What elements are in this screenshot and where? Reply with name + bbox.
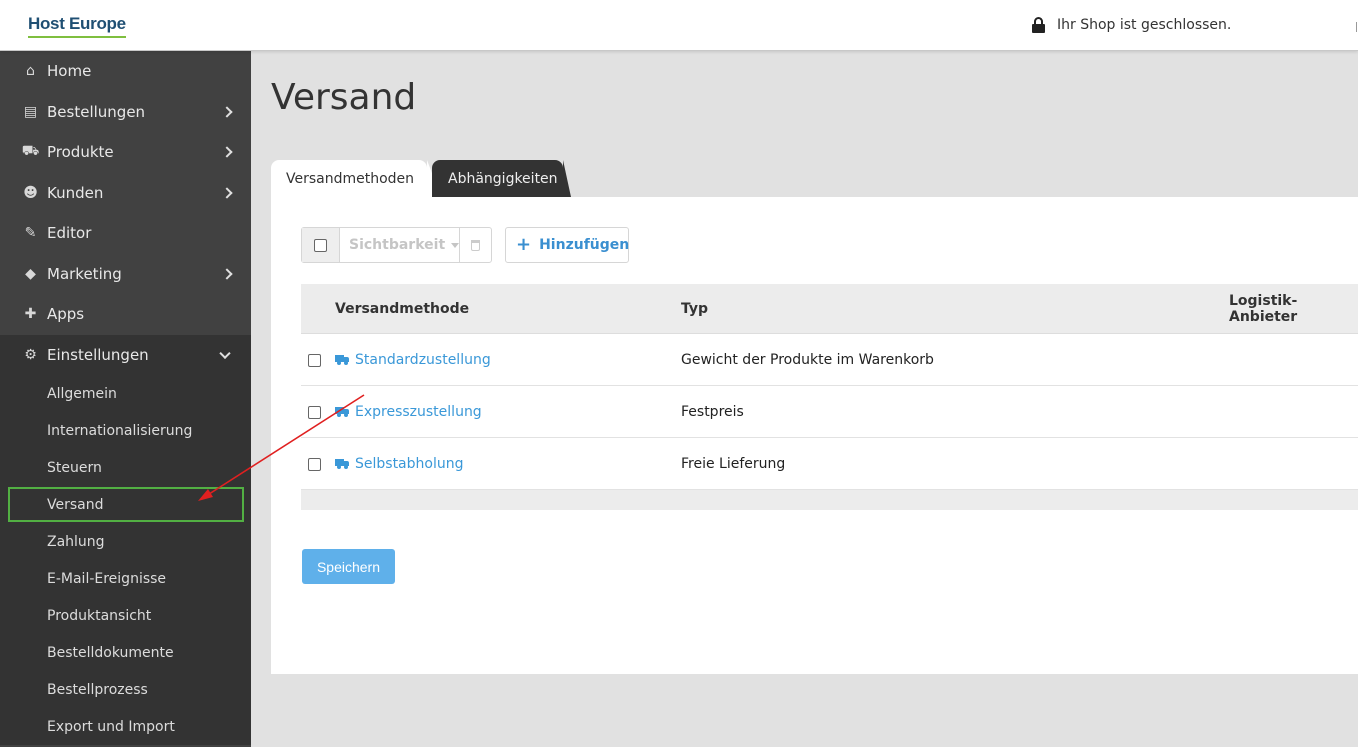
sidebar-subitem-produktansicht[interactable]: Produktansicht <box>0 597 251 634</box>
sidebar-subitem-export-import[interactable]: Export und Import <box>0 708 251 745</box>
lock-icon <box>1032 17 1045 33</box>
top-header: Host Europe Ihr Shop ist geschlossen. <box>0 0 1358 51</box>
sidebar-subitem-bestelldokumente[interactable]: Bestelldokumente <box>0 634 251 671</box>
sidebar-item-home[interactable]: ⌂ Home <box>0 51 251 92</box>
table-footer <box>301 490 1358 510</box>
gear-icon: ⚙ <box>24 346 37 363</box>
page-title: Versand <box>271 77 417 118</box>
content-panel: Sichtbarkeit + Hinzufügen Versandmethode… <box>271 197 1358 674</box>
shipping-type: Freie Lieferung <box>681 455 786 472</box>
sidebar-item-einstellungen[interactable]: ⚙ Einstellungen <box>0 335 251 376</box>
table-row: Expresszustellung Festpreis <box>301 386 1358 438</box>
shipping-method-link[interactable]: Selbstabholung <box>335 456 464 472</box>
sidebar-item-bestellungen[interactable]: ▤ Bestellungen <box>0 92 251 133</box>
puzzle-icon: ✚ <box>24 306 37 323</box>
main-content: Versand Versandmethoden Abhängigkeiten S… <box>251 51 1358 747</box>
truck-icon <box>335 355 349 365</box>
shop-status[interactable]: Ihr Shop ist geschlossen. <box>1032 17 1231 33</box>
sidebar-subitem-allgemein[interactable]: Allgemein <box>0 375 251 412</box>
chevron-right-icon <box>221 146 233 158</box>
row-checkbox[interactable] <box>308 458 321 471</box>
sidebar-subitem-internationalisierung[interactable]: Internationalisierung <box>0 412 251 449</box>
sidebar-subitem-bestellprozess[interactable]: Bestellprozess <box>0 671 251 708</box>
shop-status-text: Ihr Shop ist geschlossen. <box>1057 17 1232 33</box>
sidebar-subitem-steuern[interactable]: Steuern <box>0 449 251 486</box>
add-button[interactable]: + Hinzufügen <box>505 227 629 263</box>
pencil-icon: ✎ <box>24 225 37 242</box>
sidebar-subitem-email-ereignisse[interactable]: E-Mail-Ereignisse <box>0 560 251 597</box>
sidebar-subitem-zahlung[interactable]: Zahlung <box>0 523 251 560</box>
column-header-typ[interactable]: Typ <box>681 301 708 317</box>
column-header-logistik-anbieter[interactable]: Logistik-Anbieter <box>1229 293 1358 325</box>
sidebar-item-apps[interactable]: ✚ Apps <box>0 294 251 335</box>
shipping-methods-table: Versandmethode Typ Logistik-Anbieter Sta… <box>301 284 1358 510</box>
tab-abhaengigkeiten[interactable]: Abhängigkeiten <box>432 160 571 197</box>
orders-icon: ▤ <box>23 103 38 120</box>
chevron-right-icon <box>221 268 233 280</box>
sidebar-subitem-versand[interactable]: Versand <box>7 486 245 523</box>
shipping-type: Gewicht der Produkte im Warenkorb <box>681 351 934 368</box>
visibility-dropdown[interactable]: Sichtbarkeit <box>340 228 460 262</box>
sidebar-item-marketing[interactable]: ◆ Marketing <box>0 254 251 295</box>
header-divider <box>1356 22 1357 32</box>
host-europe-logo[interactable]: Host Europe <box>28 14 126 38</box>
shipping-type: Festpreis <box>681 403 744 420</box>
save-button[interactable]: Speichern <box>302 549 395 584</box>
sidebar-item-label: Kunden <box>47 183 104 202</box>
table-row: Selbstabholung Freie Lieferung <box>301 438 1358 490</box>
sidebar-item-label: Home <box>47 62 92 81</box>
sidebar: ⌂ Home ▤ Bestellungen ⛟ Produkte ☻ Kunde… <box>0 51 251 747</box>
row-checkbox[interactable] <box>308 354 321 367</box>
shipping-method-link[interactable]: Expresszustellung <box>335 404 482 420</box>
sidebar-item-editor[interactable]: ✎ Editor <box>0 213 251 254</box>
sidebar-item-produkte[interactable]: ⛟ Produkte <box>0 132 251 173</box>
table-header: Versandmethode Typ Logistik-Anbieter <box>301 284 1358 334</box>
table-row: Standardzustellung Gewicht der Produkte … <box>301 334 1358 386</box>
users-icon: ☻ <box>23 184 38 201</box>
truck-icon <box>335 459 349 469</box>
trash-icon <box>471 239 480 251</box>
row-checkbox[interactable] <box>308 406 321 419</box>
visibility-label: Sichtbarkeit <box>349 237 446 253</box>
chevron-down-icon <box>219 347 231 359</box>
sidebar-item-label: Marketing <box>47 264 122 283</box>
sidebar-item-label: Bestellungen <box>47 102 146 121</box>
caret-down-icon <box>451 242 460 248</box>
toolbar: Sichtbarkeit + Hinzufügen <box>301 227 629 263</box>
cart-icon: ⛟ <box>21 143 40 160</box>
select-all-checkbox[interactable] <box>302 228 340 262</box>
plus-icon: + <box>516 234 532 255</box>
delete-button[interactable] <box>460 228 491 262</box>
truck-icon <box>335 407 349 417</box>
tag-icon: ◆ <box>25 265 36 282</box>
tab-versandmethoden[interactable]: Versandmethoden <box>271 160 441 197</box>
chevron-right-icon <box>221 106 233 118</box>
sidebar-item-label: Einstellungen <box>47 345 149 364</box>
sidebar-item-label: Editor <box>47 224 92 243</box>
checkbox-box <box>314 238 327 252</box>
home-icon: ⌂ <box>26 63 35 80</box>
chevron-right-icon <box>221 187 233 199</box>
add-label: Hinzufügen <box>539 237 630 253</box>
settings-group: ⚙ Einstellungen Allgemein Internationali… <box>0 334 251 745</box>
sidebar-item-label: Apps <box>47 305 85 324</box>
sidebar-item-kunden[interactable]: ☻ Kunden <box>0 173 251 214</box>
column-header-versandmethode[interactable]: Versandmethode <box>335 301 469 317</box>
bulk-action-group: Sichtbarkeit <box>301 227 492 263</box>
shipping-method-link[interactable]: Standardzustellung <box>335 352 491 368</box>
sidebar-item-label: Produkte <box>47 143 114 162</box>
